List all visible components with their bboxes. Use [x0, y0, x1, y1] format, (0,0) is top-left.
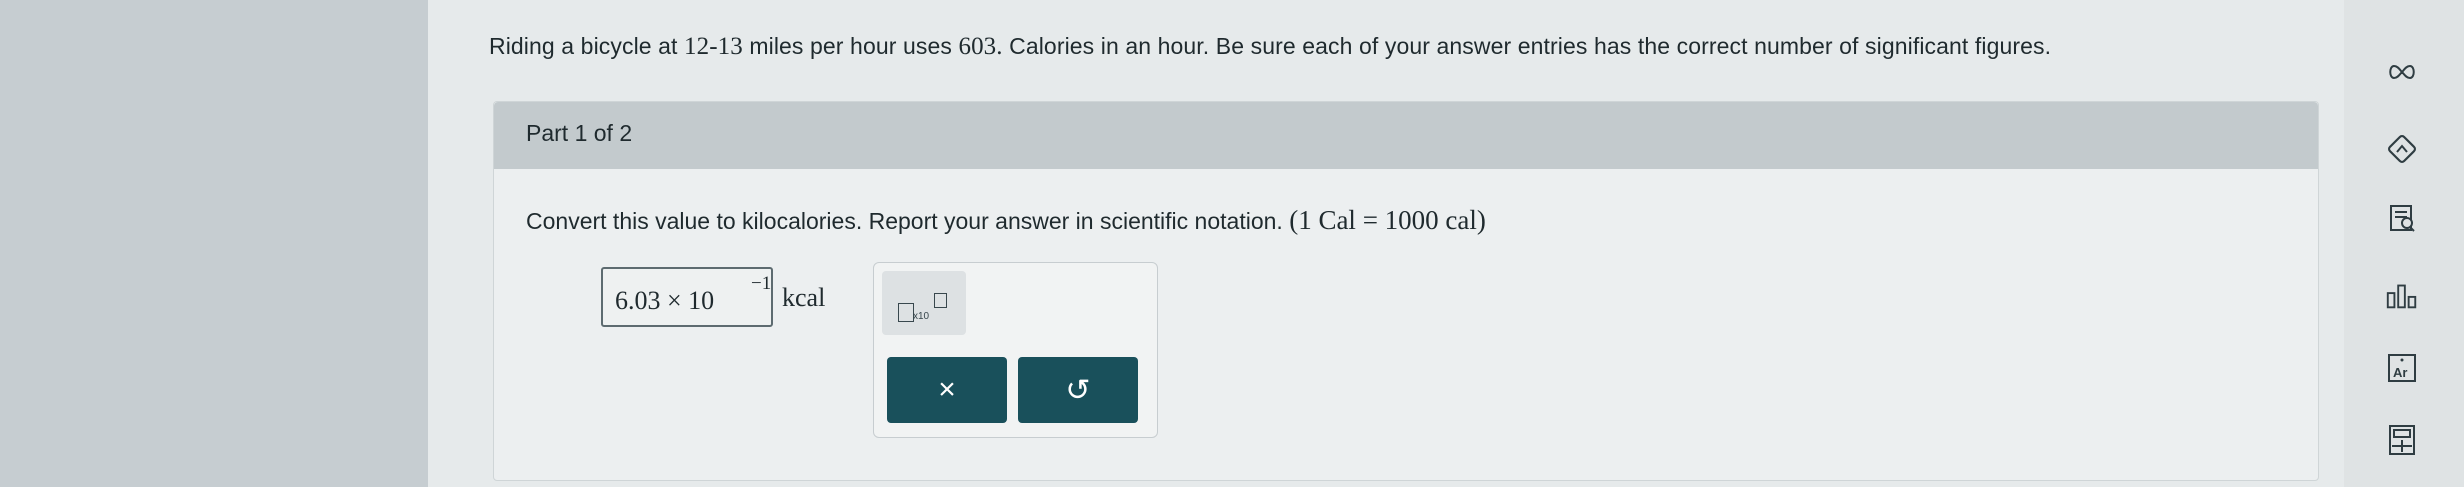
answer-mantissa: 6.03 × 10 [615, 286, 715, 315]
explanation-icon[interactable] [2384, 131, 2420, 167]
answer-input[interactable]: 6.03 × 10 −1 [601, 267, 773, 327]
answer-exponent: −1 [751, 273, 772, 294]
question-speed: 12-13 [684, 33, 743, 60]
svg-text:Ar: Ar [2393, 365, 2407, 380]
clear-button[interactable]: × [887, 357, 1007, 423]
x10-label: x10 [913, 311, 930, 322]
exponent-box-icon [934, 293, 947, 308]
reference-icon[interactable] [2384, 200, 2420, 236]
question-prefix: Riding a bicycle at [489, 33, 685, 59]
conversion-factor: (1 Cal = 1000 cal) [1289, 205, 1486, 235]
left-panel [0, 0, 428, 487]
close-icon: × [938, 373, 956, 406]
periodic-table-icon[interactable]: Ar [2384, 350, 2420, 386]
mantissa-box-icon [898, 303, 914, 322]
chart-icon[interactable] [2384, 277, 2420, 313]
undo-button[interactable]: ↺ [1018, 357, 1138, 423]
scientific-notation-button[interactable]: x10 [882, 271, 966, 335]
instruction-text: Convert this value to kilocalories. Repo… [526, 205, 1486, 236]
part-card: Part 1 of 2 Convert this value to kiloca… [493, 101, 2319, 481]
part-label: Part 1 of 2 [526, 120, 633, 146]
question-middle: miles per hour uses [742, 33, 959, 59]
question-suffix: Calories in an hour. Be sure each of you… [1002, 33, 2052, 59]
answer-unit: kcal [782, 283, 826, 312]
math-palette: x10 × ↺ [873, 262, 1158, 438]
calculator-icon[interactable] [2384, 422, 2420, 458]
undo-icon: ↺ [1065, 373, 1091, 407]
tools-sidebar: Ar [2344, 0, 2464, 487]
instruction-body: Convert this value to kilocalories. Repo… [526, 208, 1290, 234]
question-text: Riding a bicycle at 12-13 miles per hour… [489, 33, 2051, 61]
question-calories: 603. [958, 33, 1003, 60]
part-header: Part 1 of 2 [494, 102, 2318, 169]
infinity-icon[interactable] [2384, 54, 2420, 90]
